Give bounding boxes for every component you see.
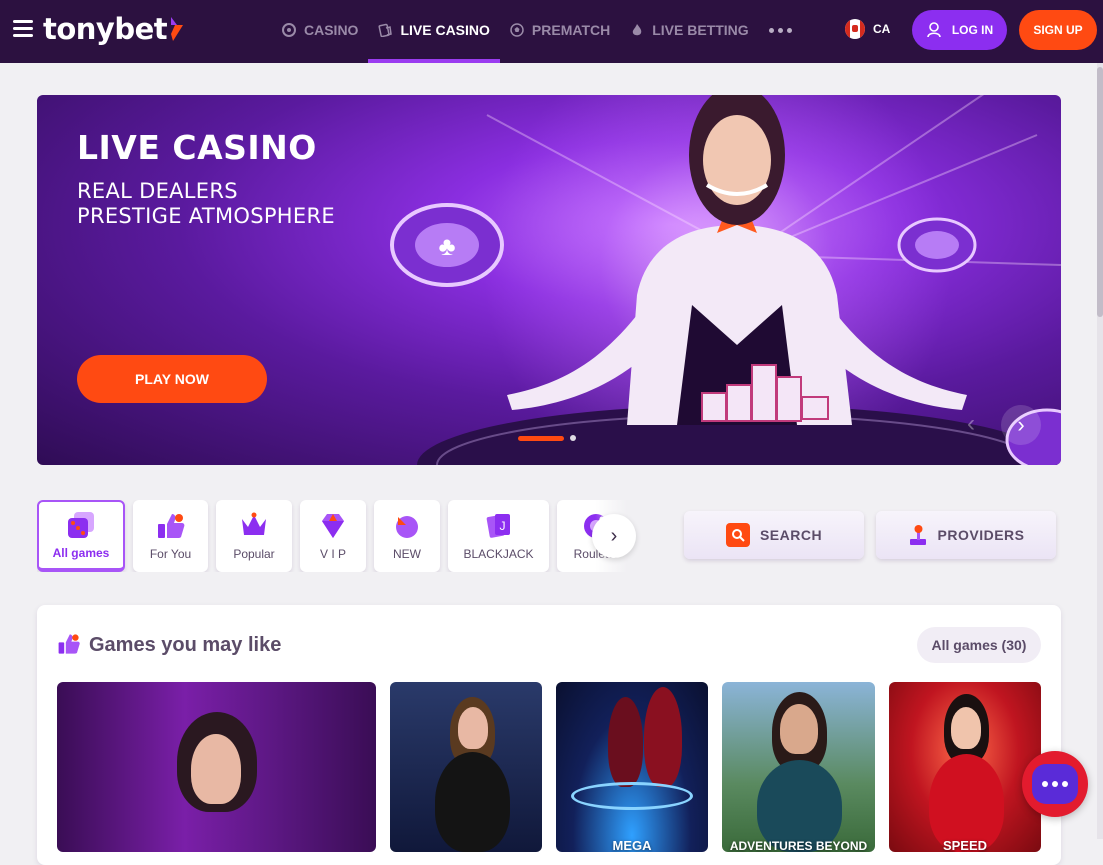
hero-subtitle-line1: REAL DEALERS [77,179,238,203]
user-icon [927,22,941,38]
category-bar: All games For You Popular V I P NEW J BL… [37,500,635,572]
svg-text:J: J [499,519,505,533]
top-header: tonybet CASINO LIVE CASINO PREMATCH LIVE… [0,0,1103,63]
thumbs-up-icon [157,514,184,538]
game-tile[interactable] [57,682,376,852]
carousel-dots [518,435,576,441]
signup-button[interactable]: SIGN UP [1019,10,1097,50]
game-tile-label: MEGA [612,838,652,852]
category-all-games[interactable]: All games [37,500,125,572]
thumbs-up-icon [58,634,80,654]
diamond-icon [322,514,344,538]
game-dealer-image [608,697,643,787]
category-new[interactable]: NEW [374,500,440,572]
locale-label: CA [873,22,891,36]
carousel-prev-icon[interactable]: ‹ [967,410,989,440]
category-label: Popular [233,547,275,561]
nav-casino[interactable]: CASINO [272,0,368,60]
live-cards-icon [378,23,393,37]
hero-subtitle: REAL DEALERS PRESTIGE ATMOSPHERE [77,179,335,229]
nav-live-casino[interactable]: LIVE CASINO [368,0,501,63]
hero-subtitle-line2: PRESTIGE ATMOSPHERE [77,204,335,228]
chat-button[interactable] [1022,751,1088,817]
game-dealer-body [435,752,510,852]
nav-label: CASINO [304,22,359,38]
chevron-right-icon: › [1017,412,1025,437]
game-tile[interactable]: MEGA [556,682,708,852]
game-tile-label: SPEED [942,838,988,852]
game-dealer-face [951,707,981,749]
category-popular[interactable]: Popular [216,500,292,572]
menu-icon[interactable] [13,20,33,38]
logo-mark-icon [171,17,183,41]
category-label: For You [149,547,192,561]
category-next-button[interactable]: › [592,514,636,558]
dice-icon [68,512,94,538]
providers-button[interactable]: PROVIDERS [876,511,1056,559]
main-nav: CASINO LIVE CASINO PREMATCH LIVE BETTING [272,0,802,63]
search-icon [725,523,750,547]
carousel-dot[interactable] [570,435,576,441]
category-vip[interactable]: V I P [300,500,366,572]
category-for-you[interactable]: For You [133,500,208,572]
search-label: SEARCH [759,527,823,543]
game-tile[interactable]: ADVENTURES BEYOND [722,682,875,852]
casino-chip-icon [282,23,296,37]
game-dealer-face [191,734,241,804]
chat-bubble-icon [1032,764,1078,804]
carousel-dot-active[interactable] [518,435,564,441]
category-label: All games [52,546,110,560]
section-title: Games you may like [89,634,282,656]
hero-banner[interactable]: ♣ LIVE CASINO REAL DEALERS PRESTIGE ATMO… [37,95,1061,465]
category-label: NEW [393,547,421,561]
game-host-face [780,704,818,754]
providers-label: PROVIDERS [937,527,1025,543]
login-button[interactable]: LOG IN [912,10,1007,50]
locale-selector[interactable]: CA [845,19,890,39]
category-blackjack[interactable]: J BLACKJACK [448,500,549,572]
svg-text:♣: ♣ [438,231,455,261]
hero-title: LIVE CASINO [77,128,317,167]
crown-icon [242,512,266,535]
game-tile[interactable]: SPEED [889,682,1041,852]
games-section: Games you may like All games (30) MEGA A… [37,605,1061,865]
flame-icon [633,24,642,36]
category-label: V I P [319,547,346,561]
nav-prematch[interactable]: PREMATCH [500,0,620,60]
roulette-wheel-icon [571,782,693,810]
joystick-icon [909,525,926,545]
page-scrollbar[interactable] [1097,63,1103,839]
search-button[interactable]: SEARCH [684,511,864,559]
login-label: LOG IN [951,23,994,37]
all-games-button[interactable]: All games (30) [917,627,1041,663]
chevron-right-icon: › [610,524,618,547]
category-label: BLACKJACK [463,547,534,561]
cards-icon: J [486,514,510,538]
nav-label: LIVE BETTING [652,22,749,38]
game-dealer-face [458,707,488,749]
game-tile-label: ADVENTURES BEYOND [729,839,868,852]
game-dealer-image [644,687,682,787]
nav-label: PREMATCH [531,22,611,38]
play-now-button[interactable]: PLAY NOW [77,355,267,403]
logo[interactable]: tonybet [43,12,168,46]
canada-flag-icon [845,19,865,39]
new-badge-icon [396,516,418,538]
nav-live-betting[interactable]: LIVE BETTING [620,0,758,60]
nav-label: LIVE CASINO [400,22,490,38]
soccer-ball-icon [510,23,524,37]
more-menu-icon[interactable] [759,0,802,60]
scrollbar-thumb[interactable] [1097,67,1103,317]
game-tile[interactable] [390,682,542,852]
carousel-next-button[interactable]: › [1001,405,1041,445]
